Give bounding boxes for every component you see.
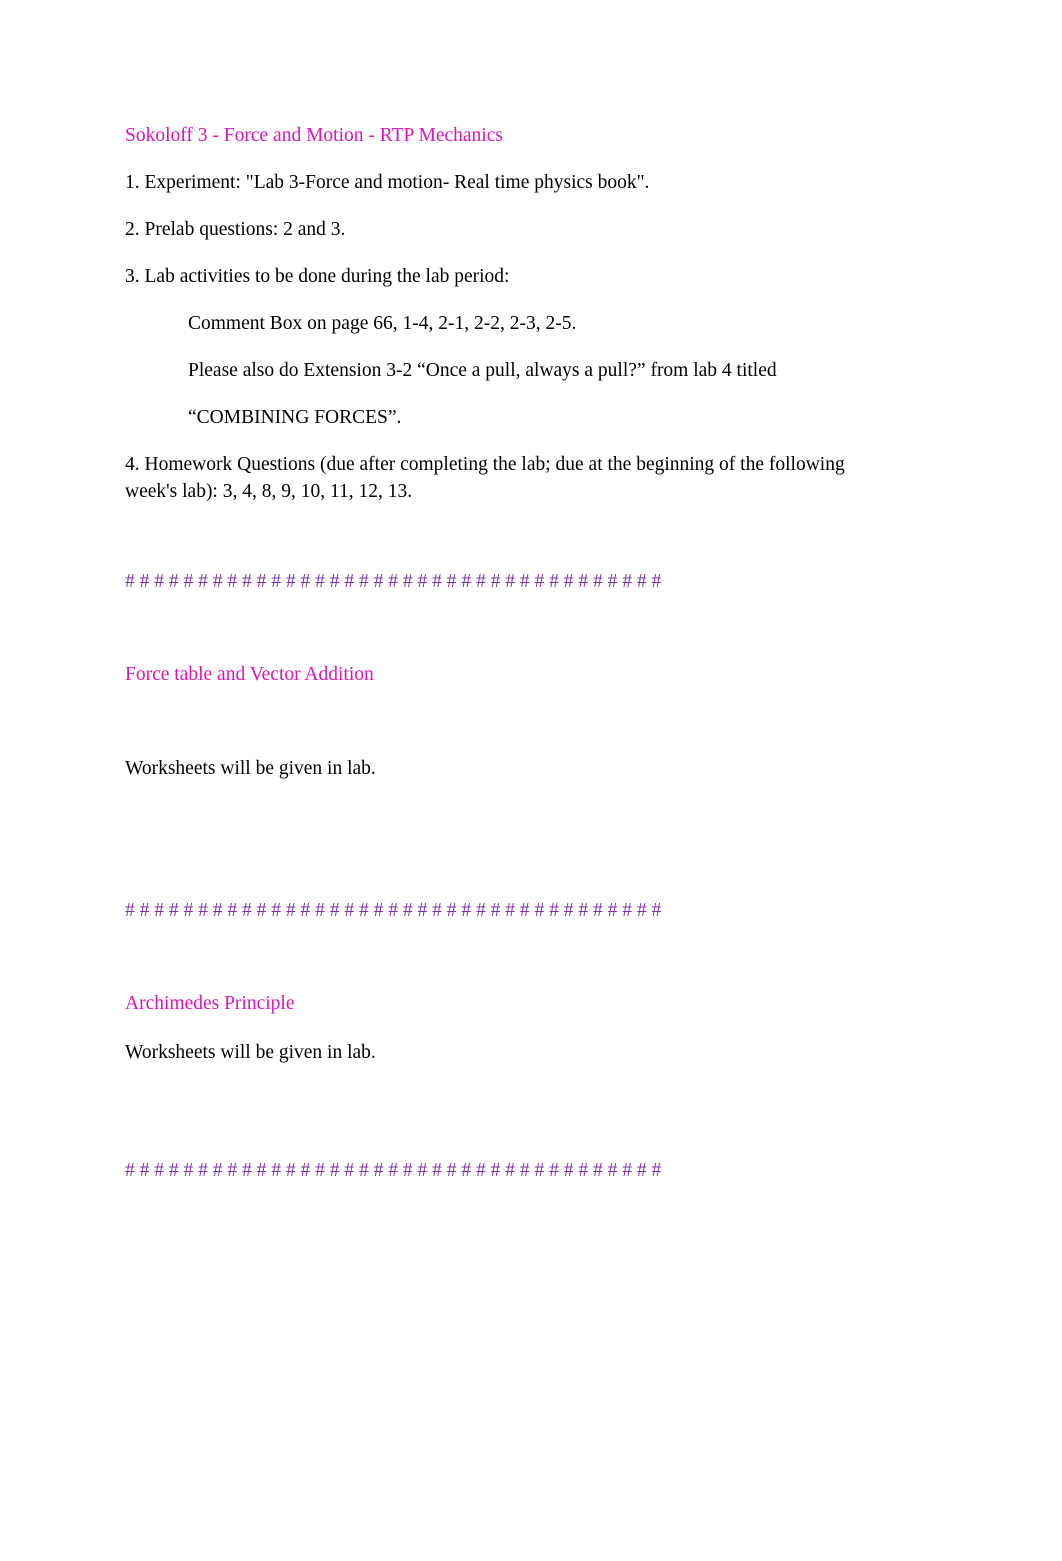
- list-item-lab-activities: 3. Lab activities to be done during the …: [125, 266, 510, 287]
- section-separator-2: # # # # # # # # # # # # # # # # # # # # …: [125, 899, 662, 921]
- document-content: Sokoloff 3 - Force and Motion - RTP Mech…: [125, 124, 897, 1183]
- section-separator-1: # # # # # # # # # # # # # # # # # # # # …: [125, 571, 662, 592]
- section-separator-3: # # # # # # # # # # # # # # # # # # # # …: [125, 1160, 662, 1181]
- list-item-experiment: 1. Experiment: "Lab 3-Force and motion- …: [125, 172, 650, 193]
- indented-comment-box: Comment Box on page 66, 1-4, 2-1, 2-2, 2…: [188, 313, 577, 334]
- list-item-homework: 4. Homework Questions (due after complet…: [125, 454, 850, 502]
- indented-combining-forces: “COMBINING FORCES”.: [188, 407, 402, 428]
- section-heading-archimedes: Archimedes Principle: [125, 992, 295, 1014]
- indented-extension: Please also do Extension 3-2 “Once a pul…: [188, 360, 777, 381]
- section-heading-force-table: Force table and Vector Addition: [125, 664, 374, 685]
- section-body-force-table: Worksheets will be given in lab.: [125, 758, 376, 779]
- list-item-prelab: 2. Prelab questions: 2 and 3.: [125, 219, 346, 240]
- document-page: Sokoloff 3 - Force and Motion - RTP Mech…: [0, 0, 1062, 1561]
- section-body-archimedes: Worksheets will be given in lab.: [125, 1041, 376, 1063]
- section-heading-sokoloff: Sokoloff 3 - Force and Motion - RTP Mech…: [125, 125, 503, 146]
